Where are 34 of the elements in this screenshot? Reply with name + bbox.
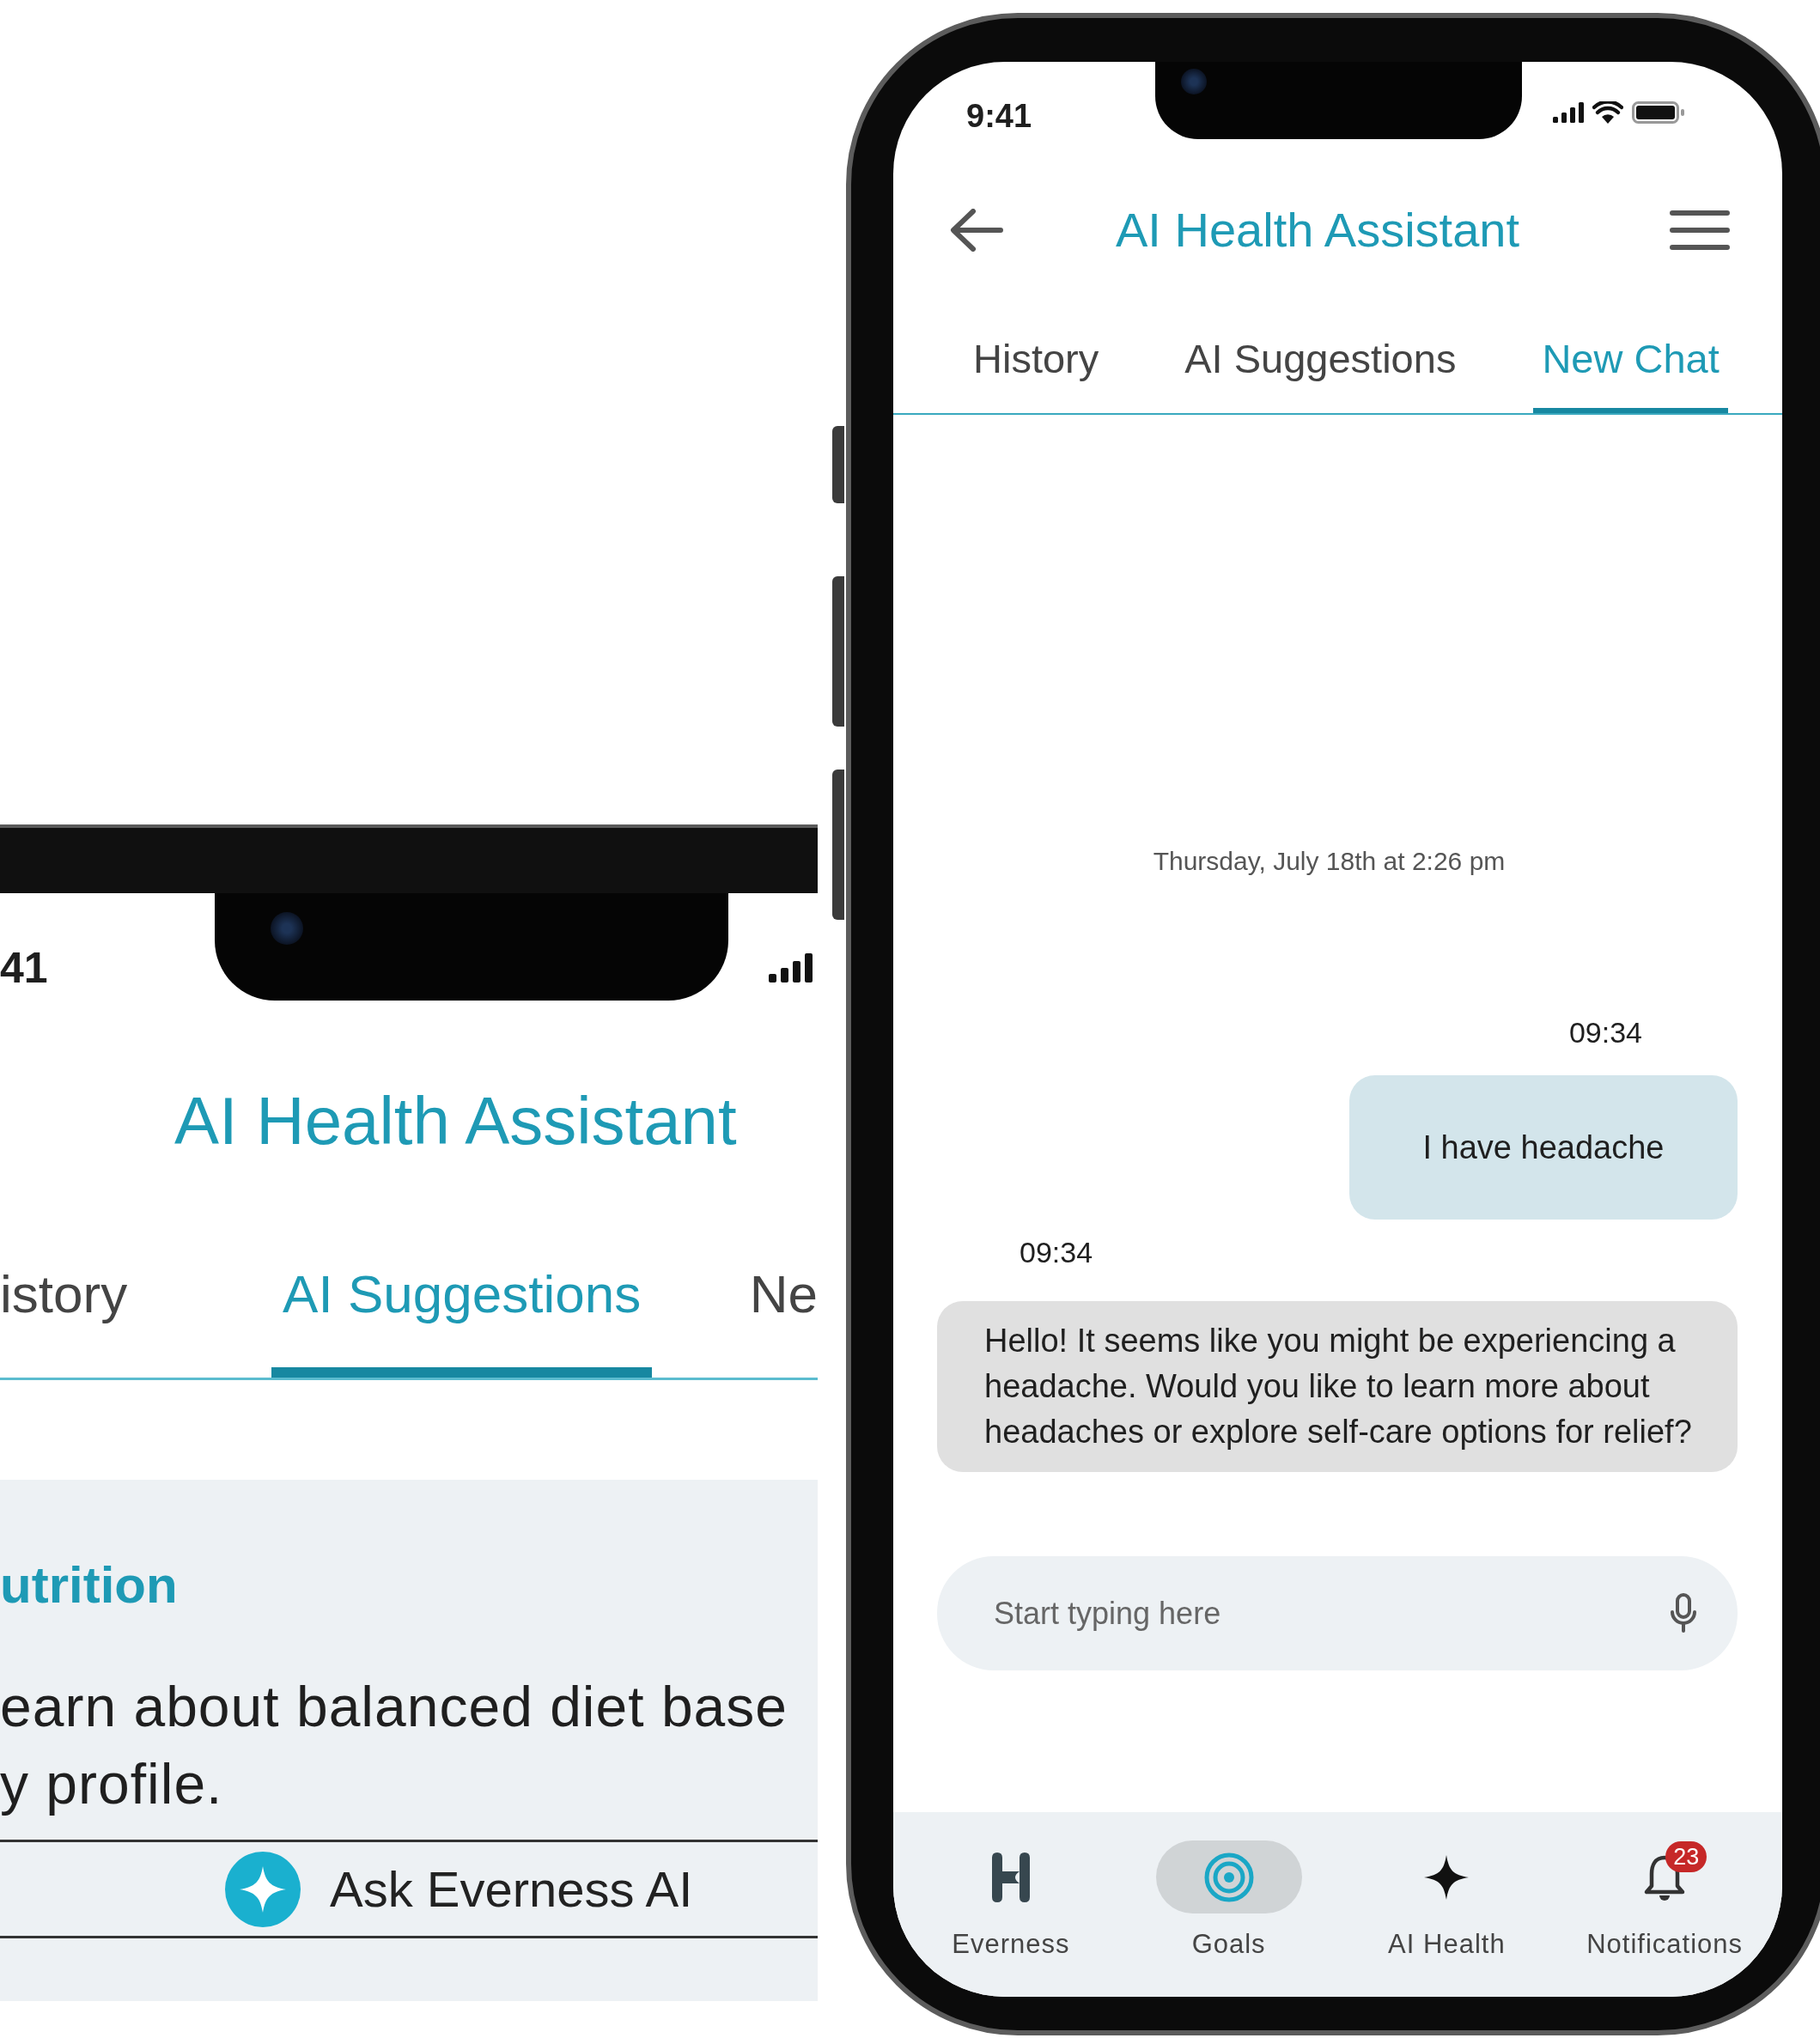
nav-label: Everness — [952, 1929, 1070, 1960]
back-arrow-icon[interactable] — [949, 208, 1004, 252]
ask-ai-button[interactable]: Ask Everness AI — [0, 1840, 818, 1938]
card-description: earn about balanced diet base y profile. — [0, 1674, 789, 1817]
nav-label: Notifications — [1586, 1929, 1744, 1960]
user-message: I have headache — [1349, 1075, 1738, 1220]
nav-item[interactable]: AI Health — [1337, 1812, 1556, 1997]
app-title: AI Health Assistant — [174, 1081, 737, 1160]
status-time: 41 — [0, 943, 49, 993]
status-time: 9:41 — [966, 98, 1033, 135]
nav-item[interactable]: 23 Notifications — [1555, 1812, 1774, 1997]
signal-icon — [1553, 102, 1584, 123]
nav-label: Goals — [1191, 1929, 1266, 1960]
tab[interactable]: Ne — [749, 1263, 818, 1378]
tab[interactable]: AI Suggestions — [1176, 335, 1465, 413]
message-time: 09:34 — [1020, 1238, 1094, 1267]
tab[interactable]: istory — [0, 1263, 272, 1378]
message-input[interactable]: Start typing here — [937, 1556, 1738, 1670]
wifi-icon — [1592, 101, 1623, 124]
sparkle-icon — [224, 1850, 301, 1928]
microphone-icon[interactable] — [1671, 1593, 1696, 1633]
nav-item[interactable]: Goals — [1119, 1812, 1338, 1997]
message-time: 09:34 — [1568, 1018, 1642, 1047]
app-title: AI Health Assistant — [1116, 202, 1520, 258]
notification-badge: 23 — [1665, 1840, 1707, 1872]
target-icon — [1202, 1851, 1255, 1903]
menu-icon[interactable] — [1670, 208, 1730, 252]
assistant-message: Hello! It seems like you might be experiencing a headache. Would you like to learn more about headaches or explore self-care options for relief? — [937, 1301, 1738, 1472]
tab[interactable]: History — [965, 335, 1108, 413]
chat-date: Thursday, July 18th at 2:26 pm — [1152, 846, 1507, 877]
nav-item[interactable]: Everness — [902, 1812, 1120, 1997]
card-title: utrition — [0, 1555, 179, 1615]
nav-label: AI Health — [1388, 1929, 1506, 1960]
battery-icon — [1632, 101, 1685, 124]
